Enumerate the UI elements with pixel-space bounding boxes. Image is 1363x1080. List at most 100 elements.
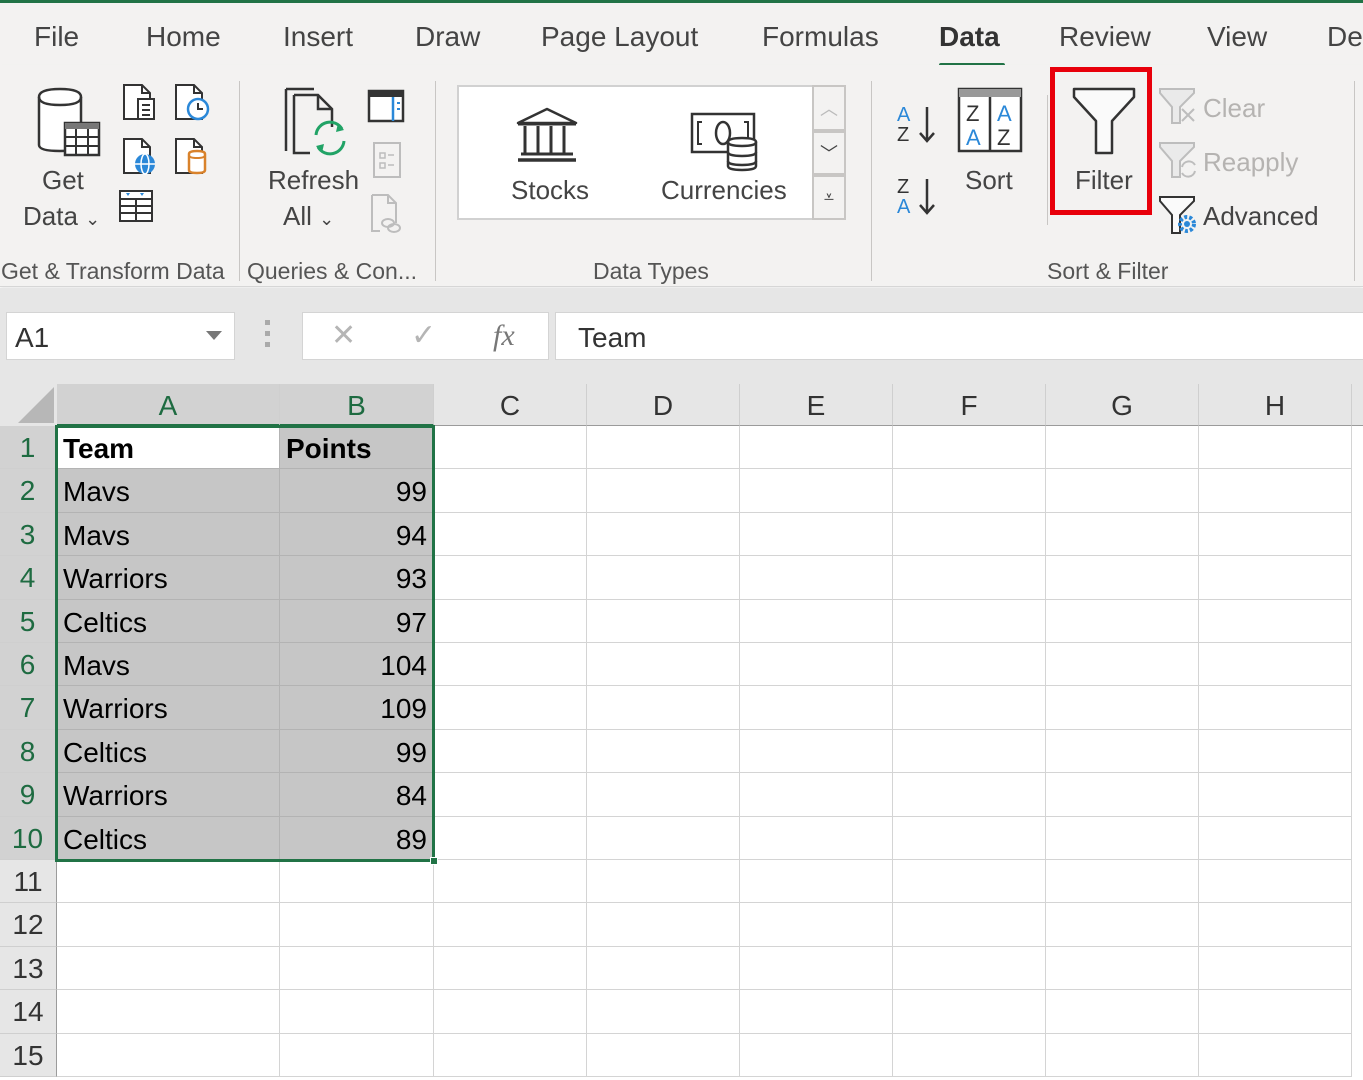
cell-c1[interactable] — [434, 426, 587, 470]
cell-e3[interactable] — [740, 512, 893, 557]
column-header-b[interactable]: B — [280, 384, 434, 426]
insert-function-icon[interactable]: fx — [493, 319, 515, 353]
cell-g14[interactable] — [1046, 990, 1199, 1034]
cell-f1[interactable] — [893, 426, 1046, 470]
cell-h14[interactable] — [1199, 990, 1352, 1034]
cell-d10[interactable] — [587, 816, 740, 860]
cell-h8[interactable] — [1199, 729, 1352, 774]
cell-g15[interactable] — [1046, 1033, 1199, 1077]
row-header-12[interactable]: 12 — [0, 903, 57, 947]
cell-a9[interactable]: Warriors — [57, 773, 280, 817]
row-header-11[interactable]: 11 — [0, 860, 57, 904]
formula-input[interactable]: Team — [555, 312, 1363, 360]
get-data-dropdown[interactable]: Data ⌄ — [23, 201, 100, 232]
cell-d15[interactable] — [587, 1033, 740, 1077]
cell-g8[interactable] — [1046, 729, 1199, 774]
from-table-range-icon[interactable] — [118, 189, 154, 223]
cell-e1[interactable] — [740, 426, 893, 470]
cell-d4[interactable] — [587, 556, 740, 600]
cell-c5[interactable] — [434, 599, 587, 643]
tab-formulas[interactable]: Formulas — [762, 21, 879, 53]
row-header-9[interactable]: 9 — [0, 773, 57, 817]
cell-c9[interactable] — [434, 773, 587, 817]
cell-a4[interactable]: Warriors — [57, 556, 280, 600]
cell-h2[interactable] — [1199, 469, 1352, 513]
cell-c8[interactable] — [434, 729, 587, 774]
cell-b1[interactable]: Points — [280, 426, 434, 470]
column-header-h[interactable]: H — [1199, 384, 1352, 426]
cell-b3[interactable]: 94 — [280, 512, 434, 557]
cell-g7[interactable] — [1046, 686, 1199, 730]
row-header-1[interactable]: 1 — [0, 426, 57, 470]
column-header-i[interactable] — [1352, 384, 1363, 426]
cell-c6[interactable] — [434, 643, 587, 687]
cell-e2[interactable] — [740, 469, 893, 513]
cell-c13[interactable] — [434, 946, 587, 991]
cell-c15[interactable] — [434, 1033, 587, 1077]
gallery-scroll-down[interactable]: ﹀ — [812, 131, 846, 175]
cell-b5[interactable]: 97 — [280, 599, 434, 643]
cell-c12[interactable] — [434, 903, 587, 947]
tab-review[interactable]: Review — [1059, 21, 1151, 53]
cell-f12[interactable] — [893, 903, 1046, 947]
currencies-icon[interactable] — [690, 112, 762, 172]
cell-c4[interactable] — [434, 556, 587, 600]
gallery-more[interactable]: ⩡ — [812, 175, 846, 220]
cell-d3[interactable] — [587, 512, 740, 557]
cell-d6[interactable] — [587, 643, 740, 687]
cell-g4[interactable] — [1046, 556, 1199, 600]
cell-h15[interactable] — [1199, 1033, 1352, 1077]
cell-h1[interactable] — [1199, 426, 1352, 470]
cell-b11[interactable] — [280, 860, 434, 904]
cell-a12[interactable] — [57, 903, 280, 947]
cell-c11[interactable] — [434, 860, 587, 904]
cell-e7[interactable] — [740, 686, 893, 730]
cell-a7[interactable]: Warriors — [57, 686, 280, 730]
cell-f10[interactable] — [893, 816, 1046, 860]
cell-d9[interactable] — [587, 773, 740, 817]
sort-icon[interactable]: ZAAZ — [957, 87, 1023, 153]
row-header-5[interactable]: 5 — [0, 599, 57, 643]
sort-a-to-z-icon[interactable]: AZ — [895, 103, 939, 145]
cell-b13[interactable] — [280, 946, 434, 991]
cell-b6[interactable]: 104 — [280, 643, 434, 687]
from-web-icon[interactable] — [122, 137, 158, 175]
cell-e14[interactable] — [740, 990, 893, 1034]
cell-h9[interactable] — [1199, 773, 1352, 817]
row-header-15[interactable]: 15 — [0, 1033, 57, 1077]
cell-h6[interactable] — [1199, 643, 1352, 687]
name-box[interactable]: A1 — [6, 312, 235, 360]
sort-z-to-a-icon[interactable]: ZA — [895, 175, 939, 217]
row-header-13[interactable]: 13 — [0, 946, 57, 991]
currencies-label[interactable]: Currencies — [661, 175, 787, 206]
gallery-scroll-up[interactable]: ︿ — [812, 85, 846, 131]
column-header-d[interactable]: D — [587, 384, 740, 426]
cell-f7[interactable] — [893, 686, 1046, 730]
cell-f3[interactable] — [893, 512, 1046, 557]
cell-f4[interactable] — [893, 556, 1046, 600]
cell-h7[interactable] — [1199, 686, 1352, 730]
cell-g1[interactable] — [1046, 426, 1199, 470]
cell-a14[interactable] — [57, 990, 280, 1034]
cell-g6[interactable] — [1046, 643, 1199, 687]
column-header-c[interactable]: C — [434, 384, 587, 426]
cell-e9[interactable] — [740, 773, 893, 817]
cell-b8[interactable]: 99 — [280, 729, 434, 774]
cell-b12[interactable] — [280, 903, 434, 947]
cell-d5[interactable] — [587, 599, 740, 643]
cell-d2[interactable] — [587, 469, 740, 513]
cell-d8[interactable] — [587, 729, 740, 774]
cell-f13[interactable] — [893, 946, 1046, 991]
cell-f14[interactable] — [893, 990, 1046, 1034]
cell-e10[interactable] — [740, 816, 893, 860]
cell-b7[interactable]: 109 — [280, 686, 434, 730]
cell-e5[interactable] — [740, 599, 893, 643]
name-box-dropdown-icon[interactable] — [206, 331, 222, 340]
cell-f9[interactable] — [893, 773, 1046, 817]
cell-f6[interactable] — [893, 643, 1046, 687]
cancel-icon[interactable]: ✕ — [331, 318, 356, 353]
cell-a15[interactable] — [57, 1033, 280, 1077]
column-header-e[interactable]: E — [740, 384, 893, 426]
cell-h11[interactable] — [1199, 860, 1352, 904]
cell-a3[interactable]: Mavs — [57, 512, 280, 557]
